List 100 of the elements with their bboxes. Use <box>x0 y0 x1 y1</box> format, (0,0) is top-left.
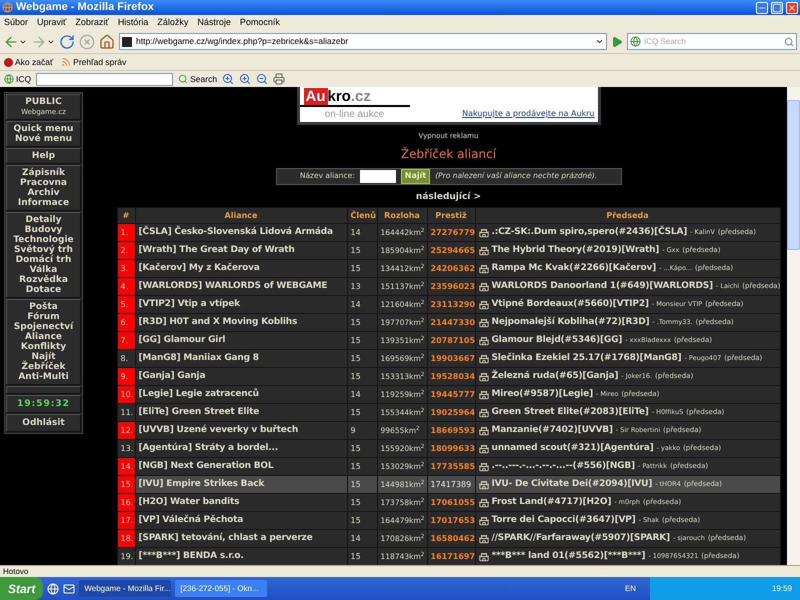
ad-tagline: on-line aukce <box>324 108 386 122</box>
close-icon[interactable] <box>786 2 798 14</box>
page-title: Žebříček aliancí <box>400 146 496 162</box>
menu-link[interactable]: Technologie <box>13 235 74 245</box>
logout-link[interactable]: Odhlásit <box>22 418 65 428</box>
leader-city[interactable]: unnamed scout(#321)[Agentúra] <box>492 442 654 456</box>
menu-link[interactable]: Quick menu <box>14 124 74 134</box>
scrollbar[interactable] <box>787 87 800 565</box>
rank-cell: 5. <box>117 296 135 314</box>
language-indicator[interactable]: EN <box>624 582 646 594</box>
leader-city[interactable]: IVU- De Civitate Dei(#2094)[IVU] <box>492 478 652 492</box>
menu-link[interactable]: Konflikty <box>20 342 66 352</box>
ad-link[interactable]: Nakupujte a prodávejte na Aukru <box>462 108 594 120</box>
zoom-in-icon[interactable] <box>222 73 234 85</box>
menu-item[interactable]: Zobraziť <box>75 16 109 30</box>
menu-link[interactable]: Rozvědka <box>19 275 68 285</box>
back-button[interactable] <box>3 34 27 50</box>
menu-item[interactable]: Upraviť <box>37 16 66 30</box>
menu-link[interactable]: Detaily <box>26 215 62 225</box>
menu-link[interactable]: Help <box>32 151 56 161</box>
reload-icon[interactable] <box>59 34 75 50</box>
menu-link[interactable]: Spojenectví <box>14 322 74 332</box>
castle-icon <box>478 228 488 238</box>
leader-city[interactable]: Frost Land(#4717)[H2O] <box>492 496 612 510</box>
printer-icon[interactable] <box>273 73 286 85</box>
leader-city[interactable]: Torre dei Capocci(#3647)[VP] <box>492 514 636 528</box>
castle-icon <box>478 444 488 454</box>
castle-icon <box>478 534 488 544</box>
leader-city[interactable]: .:CZ-SK:.Dum spiro,spero(#2436)[ČSLA] <box>492 226 688 240</box>
next-page-link[interactable]: následující > <box>416 190 482 204</box>
dropdown-icon[interactable] <box>595 37 604 46</box>
task-button[interactable]: Webgame - Mozilla Fir... <box>79 580 172 597</box>
zoom-out-icon[interactable] <box>256 73 268 85</box>
mail-icon[interactable] <box>63 582 76 594</box>
menu-item[interactable]: Súbor <box>4 16 28 30</box>
alliance-name-field[interactable] <box>360 170 396 182</box>
leader-city[interactable]: Glamour Blejd(#5346)[GG] <box>492 334 622 348</box>
rank-cell: 6. <box>117 314 135 332</box>
leader-city[interactable]: Železná ruda(#65)[Ganja] <box>492 370 618 384</box>
rank-cell: 1. <box>117 224 135 242</box>
site-title: PUBLIC <box>25 97 62 107</box>
bookmark[interactable]: Ako začať <box>4 56 54 68</box>
rank-cell: 4. <box>117 278 135 296</box>
rank-cell: 19. <box>117 548 135 565</box>
leader-city[interactable]: Slečinka Ezekiel 25.17(#1768)[ManG8] <box>492 352 682 366</box>
menu-link[interactable]: Fórum <box>27 312 60 322</box>
forward-icon <box>31 34 47 50</box>
castle-icon <box>478 264 488 274</box>
menu-item[interactable]: Pomocník <box>240 16 280 30</box>
leader-city[interactable]: ***B*** land 01(#5562)[***B***] <box>492 550 646 564</box>
menu-item[interactable]: Nástroje <box>197 16 231 30</box>
menu-link[interactable]: Dotace <box>26 285 62 295</box>
maximize-icon[interactable] <box>771 2 783 14</box>
menu-link[interactable]: Anti-Multi <box>18 372 69 382</box>
leader-city[interactable]: //SPARK//Farfaraway(#5907)[SPARK] <box>492 532 670 546</box>
menu-link[interactable]: Informace <box>18 198 70 208</box>
menu-link[interactable]: Pracovna <box>20 178 67 188</box>
aukro-logo[interactable]: Au kro.cz <box>300 87 410 107</box>
menu-link[interactable]: Válka <box>30 265 58 275</box>
leader-city[interactable]: .--..---.-...-.--.-...--(#556)[NGB] <box>492 460 635 474</box>
rank-cell: 3. <box>117 260 135 278</box>
go-icon[interactable] <box>611 36 623 48</box>
search-icon[interactable] <box>784 36 794 46</box>
home-icon[interactable] <box>99 34 115 50</box>
menu-link[interactable]: Najít <box>31 352 56 362</box>
task-button[interactable]: [236-272-055] - Okn... <box>175 580 268 597</box>
browser-icon[interactable] <box>47 582 60 594</box>
icq-button[interactable]: ICQ <box>4 72 32 86</box>
menu-link[interactable]: Archiv <box>27 188 60 198</box>
leader-city[interactable]: Mireo(#9587)[Legie] <box>492 388 593 402</box>
menu-item[interactable]: História <box>118 16 148 30</box>
menu-link[interactable]: Pošta <box>29 302 58 312</box>
start-button[interactable]: Start <box>0 577 44 600</box>
menu-link[interactable]: Žebříček <box>21 362 66 372</box>
tray-clock: 19:59 <box>772 582 792 594</box>
menu-link[interactable]: Domácí trh <box>16 255 72 265</box>
menu-link[interactable]: Budovy <box>24 225 62 235</box>
search-button[interactable]: Search <box>178 72 218 86</box>
menu-link[interactable]: Aliance <box>24 332 62 342</box>
leader-city[interactable]: WARLORDS Danoorland 1(#649)[WARLORDS] <box>492 280 713 294</box>
menu-link[interactable]: Světový trh <box>14 245 73 255</box>
menu-link[interactable]: Zápisník <box>22 168 65 178</box>
address-bar[interactable]: http://webgame.cz/wg/index.php?p=zebricek&s=aliazebr <box>119 33 607 50</box>
leader-city[interactable]: Manzanie(#7402)[UVVB] <box>492 424 613 438</box>
minimize-icon[interactable] <box>756 2 768 14</box>
leader-city[interactable]: Green Street Elite(#2083)[EliTe] <box>492 406 649 420</box>
rank-cell: 12. <box>117 422 135 440</box>
menu-link[interactable]: Nové menu <box>14 134 72 144</box>
leader-city[interactable]: Nejpomalejší Kobliha(#72)[R3D] <box>492 316 650 330</box>
column-header: Předseda <box>475 208 780 224</box>
leader-city[interactable]: Rampa Mc Kvak(#2266)[Kačerov] <box>492 262 656 276</box>
rank-cell: 14. <box>117 458 135 476</box>
icq-search-field[interactable] <box>36 72 174 86</box>
leader-city[interactable]: The Hybrid Theory(#2019)[Wrath] <box>492 244 660 258</box>
search-field[interactable]: ICQ Search <box>644 36 781 48</box>
leader-city[interactable]: Vtipné Bordeaux(#5660)[VTIP2] <box>492 298 649 312</box>
menu-item[interactable]: Záložky <box>157 16 188 30</box>
bookmark[interactable]: Prehľad správ <box>61 56 126 68</box>
search-box[interactable]: ICQ Search <box>627 33 797 50</box>
zoom-icon[interactable] <box>239 73 252 85</box>
